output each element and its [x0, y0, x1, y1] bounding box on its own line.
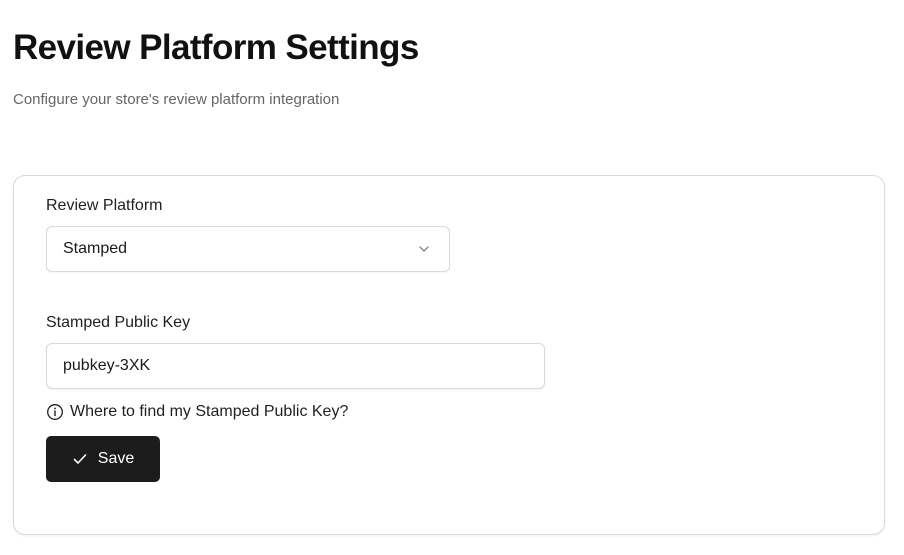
settings-page: Review Platform Settings Configure your …: [0, 0, 904, 555]
save-button[interactable]: Save: [46, 436, 160, 482]
chevron-down-icon: [417, 242, 431, 256]
settings-card: Review Platform Stamped Stamped Public K…: [13, 175, 885, 535]
public-key-help-link[interactable]: Where to find my Stamped Public Key?: [46, 403, 348, 421]
review-platform-select[interactable]: Stamped: [46, 226, 450, 272]
review-platform-selected-value: Stamped: [63, 240, 128, 257]
public-key-help-text: Where to find my Stamped Public Key?: [70, 403, 349, 420]
public-key-label: Stamped Public Key: [46, 314, 191, 331]
info-icon: [46, 403, 64, 421]
public-key-input[interactable]: [46, 343, 545, 389]
check-icon: [72, 451, 88, 467]
review-platform-label: Review Platform: [46, 197, 163, 214]
page-subtitle: Configure your store's review platform i…: [13, 91, 340, 108]
save-button-label: Save: [97, 450, 135, 467]
page-title: Review Platform Settings: [13, 28, 419, 67]
